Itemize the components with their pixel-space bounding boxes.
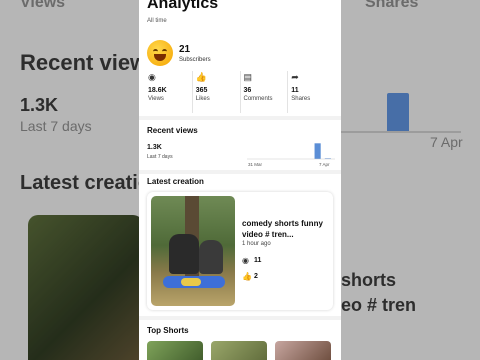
stat-value: 365 <box>195 87 208 94</box>
stat-label: Shares <box>291 96 311 102</box>
period-label[interactable]: All time <box>147 18 167 24</box>
stat-label: Views <box>148 96 164 102</box>
stat-likes[interactable]: 👍 365 Likes <box>193 71 241 113</box>
stat-comments[interactable]: ▤ 36 Comments <box>241 71 289 113</box>
subscribers-row[interactable]: 21 Subscribers <box>147 38 211 68</box>
video-thumbnail[interactable] <box>151 196 235 306</box>
video-likes-count: 2 <box>254 273 258 280</box>
stat-value: 36 <box>243 87 252 94</box>
divider <box>139 316 341 320</box>
top-shorts-row <box>147 341 331 360</box>
stat-label: Likes <box>195 96 210 102</box>
stat-value: 11 <box>291 87 299 94</box>
laughing-emoji-icon <box>147 40 173 66</box>
divider <box>139 170 341 174</box>
stats-row: ◉ 18.6K Views 👍 365 Likes ▤ 36 Comments … <box>145 71 335 113</box>
subscriber-label: Subscribers <box>179 56 211 63</box>
divider <box>139 116 341 120</box>
stat-shares[interactable]: ➦ 11 Shares <box>288 71 335 113</box>
top-shorts-heading: Top Shorts <box>147 326 189 335</box>
video-views-count: 11 <box>254 257 262 264</box>
comment-icon: ▤ <box>243 72 253 82</box>
eye-icon: ◉ <box>242 256 249 265</box>
recent-views-chart[interactable]: 31 Mar 7 Apr <box>247 140 335 168</box>
short-thumbnail[interactable] <box>147 341 203 360</box>
recent-views-heading: Recent views <box>147 126 198 135</box>
page-title: Analytics <box>147 0 219 12</box>
video-age: 1 hour ago <box>242 241 271 247</box>
video-views: ◉ 11 <box>242 256 261 265</box>
thumb-up-icon: 👍 <box>242 272 252 281</box>
subscriber-count: 21 <box>179 43 191 55</box>
short-thumbnail[interactable] <box>211 341 267 360</box>
share-icon: ➦ <box>291 72 299 82</box>
chart-bar-6-apr[interactable] <box>314 143 321 159</box>
latest-creation-heading: Latest creation <box>147 177 204 186</box>
recent-views-value: 1.3K <box>147 144 162 151</box>
stat-views[interactable]: ◉ 18.6K Views <box>145 71 193 113</box>
thumb-up-icon: 👍 <box>195 72 207 82</box>
analytics-panel: Analytics All time 21 Subscribers ◉ 18.6… <box>139 0 341 360</box>
recent-views-period: Last 7 days <box>147 154 173 160</box>
stat-label: Comments <box>243 96 273 102</box>
eye-icon: ◉ <box>148 72 156 82</box>
chart-tick-start: 31 Mar <box>248 162 263 167</box>
chart-tick-end: 7 Apr <box>319 162 330 167</box>
video-likes: 👍 2 <box>242 272 258 281</box>
stat-value: 18.6K <box>148 87 167 94</box>
short-thumbnail[interactable] <box>275 341 331 360</box>
video-title[interactable]: comedy shorts funny video # tren... <box>242 218 330 240</box>
latest-video-card[interactable]: comedy shorts funny video # tren... 1 ho… <box>147 192 333 310</box>
